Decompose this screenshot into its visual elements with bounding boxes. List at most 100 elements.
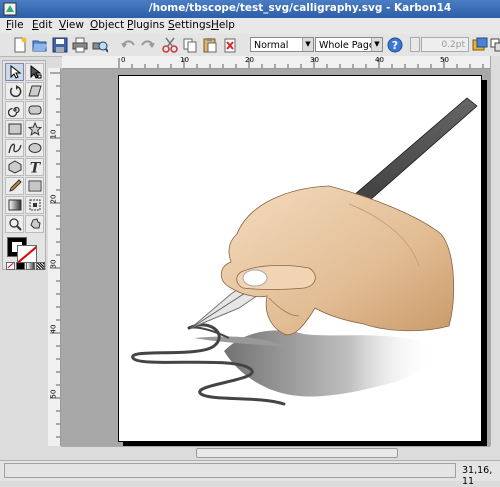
copy-icon[interactable]: [182, 37, 198, 53]
menu-plugins[interactable]: Plugins: [127, 19, 165, 31]
hand: [220, 185, 455, 336]
ruler-label: 20: [49, 194, 58, 204]
document-page[interactable]: [118, 75, 482, 442]
canvas-area[interactable]: [61, 69, 490, 446]
gradient-icon: [8, 199, 22, 211]
menu-help[interactable]: Help: [211, 19, 235, 31]
ruler-label: 50: [49, 389, 58, 399]
undo-icon[interactable]: [120, 37, 136, 53]
select-tool[interactable]: [5, 63, 24, 81]
rotate-tool[interactable]: [5, 82, 24, 100]
print-icon[interactable]: [72, 37, 88, 53]
rectangle-tool[interactable]: [5, 120, 24, 138]
polygon-tool[interactable]: [5, 158, 24, 176]
spiral-icon: [8, 106, 20, 117]
fill-color-swatch[interactable]: [17, 245, 37, 263]
gradient-color-icon[interactable]: [26, 262, 35, 270]
open-folder-icon[interactable]: [32, 37, 48, 53]
svg-text:T: T: [30, 161, 42, 175]
help-icon[interactable]: ?: [387, 37, 403, 53]
menu-edit[interactable]: Edit: [32, 19, 52, 31]
color-mode-buttons: [6, 262, 45, 270]
chevron-down-icon: ▼: [302, 38, 313, 51]
delete-icon[interactable]: [222, 37, 238, 53]
menu-settings[interactable]: Settings: [168, 19, 211, 31]
print-preview-icon[interactable]: [92, 37, 108, 53]
stroke-width-field[interactable]: 0.2pt: [421, 37, 469, 52]
selection-icon: [29, 199, 41, 211]
bezier-tool[interactable]: [5, 139, 24, 157]
pattern-tool[interactable]: [25, 177, 44, 195]
thumbnail: [242, 269, 268, 287]
zoom-tool[interactable]: [5, 215, 24, 233]
text-tool[interactable]: T: [25, 158, 44, 176]
ruler-label: 40: [375, 56, 384, 64]
ellipse-icon: [28, 143, 42, 153]
none-color-icon[interactable]: [6, 262, 15, 270]
new-document-icon[interactable]: [12, 37, 28, 53]
horizontal-ruler-ticks: [118, 58, 484, 68]
chevron-down-icon: ▼: [371, 38, 382, 51]
star-tool[interactable]: [25, 120, 44, 138]
star-icon: [28, 122, 42, 136]
rectangle-icon: [8, 123, 22, 135]
svg-text:?: ?: [392, 39, 398, 52]
align-icon[interactable]: [490, 37, 500, 53]
pencil-icon: [9, 179, 22, 192]
pencil-tool[interactable]: [5, 177, 24, 195]
horizontal-scrollbar[interactable]: [61, 446, 490, 458]
toolbox: T: [2, 60, 46, 270]
horizontal-ruler: 0 10 20 30 40 50: [62, 56, 490, 69]
paste-icon[interactable]: [202, 37, 218, 53]
menu-bar: File Edit View Object Plugins Settings H…: [0, 18, 500, 34]
solid-color-icon[interactable]: [16, 262, 25, 270]
rounded-rect-tool[interactable]: [25, 101, 44, 119]
horizontal-scrollbar-thumb[interactable]: [196, 448, 398, 458]
title-bar: /home/tbscope/test_svg/calligraphy.svg -…: [0, 0, 500, 18]
selection-rect-tool[interactable]: [25, 196, 44, 214]
menu-file[interactable]: File: [6, 19, 24, 31]
status-bar: 31,16, 11: [0, 460, 500, 487]
stroke-width-spinner-arrows[interactable]: [410, 37, 420, 52]
menu-view[interactable]: View: [59, 19, 84, 31]
ruler-label: 40: [49, 324, 58, 334]
rounded-rect-icon: [28, 105, 42, 115]
view-mode-value: Normal: [254, 40, 289, 51]
window-title: /home/tbscope/test_svg/calligraphy.svg -…: [148, 2, 452, 14]
vertical-scrollbar[interactable]: [490, 56, 500, 446]
node-select-tool[interactable]: [25, 63, 44, 81]
hand-icon: [30, 218, 41, 229]
save-icon[interactable]: [52, 37, 68, 53]
ruler-label: 20: [245, 56, 254, 64]
menu-object[interactable]: Object: [90, 19, 124, 31]
cursor-coordinates: 31,16, 11: [462, 465, 493, 487]
status-message: [4, 463, 456, 478]
main-toolbar: Normal ▼ Whole Page ▼ ? 0.2pt: [0, 34, 500, 57]
rotate-icon: [9, 85, 22, 98]
shear-icon: [28, 85, 42, 97]
object-properties-icon[interactable]: [472, 37, 488, 53]
zoom-select[interactable]: Whole Page ▼: [315, 37, 383, 52]
ink-stroke-start: [188, 326, 230, 339]
arrow-icon: [10, 65, 22, 79]
ruler-label: 10: [49, 129, 58, 139]
pattern-icon: [28, 180, 42, 192]
polygon-icon: [8, 160, 22, 174]
ellipse-tool[interactable]: [25, 139, 44, 157]
pattern-color-icon[interactable]: [36, 262, 45, 270]
ruler-label: 0: [121, 56, 126, 64]
color-well[interactable]: [7, 237, 37, 263]
spiral-tool[interactable]: [5, 101, 24, 119]
ruler-label: 50: [440, 56, 449, 64]
cut-icon[interactable]: [162, 37, 178, 53]
magnifier-icon: [9, 218, 22, 231]
view-mode-select[interactable]: Normal ▼: [250, 37, 314, 52]
redo-icon[interactable]: [140, 37, 156, 53]
gradient-tool[interactable]: [5, 196, 24, 214]
calligraphy-drawing: [131, 97, 478, 406]
vertical-ruler: 10 20 30 40 50: [48, 68, 61, 446]
shear-tool[interactable]: [25, 82, 44, 100]
pan-tool[interactable]: [25, 215, 44, 233]
stroke-width-value: 0.2pt: [441, 40, 465, 50]
bezier-icon: [8, 143, 22, 154]
